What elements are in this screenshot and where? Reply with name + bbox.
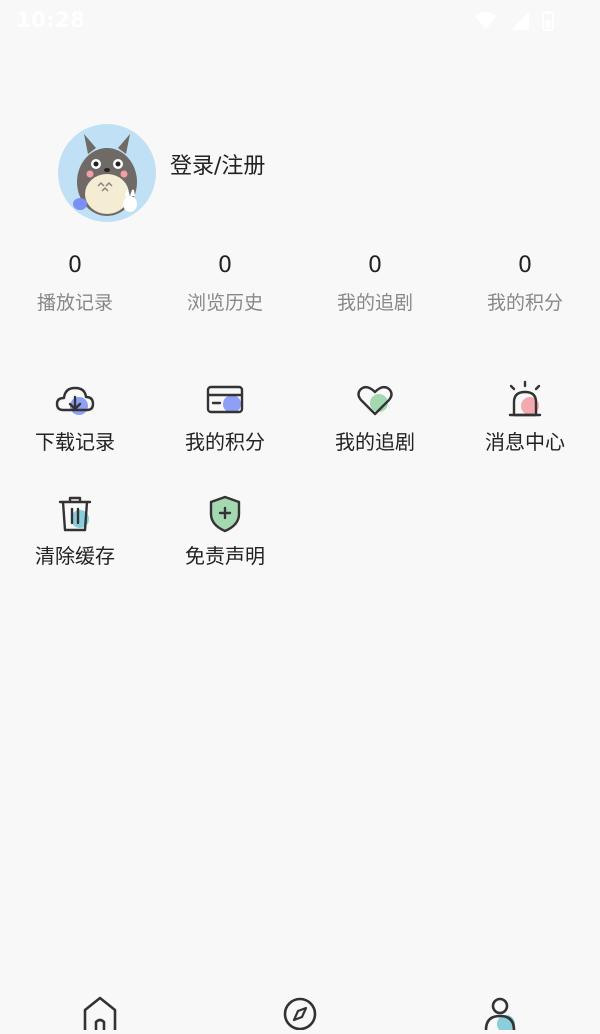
status-bar: 10:28: [0, 0, 600, 40]
menu-label: 清除缓存: [35, 544, 115, 568]
stat-my-points[interactable]: 0 我的积分: [450, 252, 600, 315]
menu-label: 我的追剧: [335, 430, 415, 454]
stat-play-history[interactable]: 0 播放记录: [0, 252, 150, 315]
menu-my-points[interactable]: 我的积分: [150, 380, 300, 455]
login-register-link[interactable]: 登录/注册: [170, 148, 265, 180]
tab-home[interactable]: [80, 994, 120, 1030]
compass-icon: [283, 997, 317, 1031]
card-icon: [206, 385, 244, 414]
stat-label: 我的追剧: [336, 292, 413, 314]
tab-profile[interactable]: [480, 994, 520, 1033]
shield-plus-icon: [209, 495, 241, 533]
stat-label: 我的积分: [486, 292, 563, 314]
menu-message-center[interactable]: 消息中心: [450, 380, 600, 455]
stat-label: 浏览历史: [186, 292, 263, 314]
stat-value: 0: [68, 253, 82, 278]
person-icon: [484, 997, 516, 1033]
trash-icon: [58, 496, 92, 532]
menu-download-records[interactable]: 下载记录: [0, 380, 150, 455]
stat-value: 0: [368, 253, 382, 278]
menu-disclaimer[interactable]: 免责声明: [150, 494, 300, 569]
wifi-icon: [475, 12, 498, 29]
bottom-tab-bar: [0, 990, 600, 1033]
stat-browse-history[interactable]: 0 浏览历史: [150, 252, 300, 315]
menu-my-following[interactable]: 我的追剧: [300, 380, 450, 455]
home-icon: [83, 996, 117, 1030]
heart-icon: [357, 385, 393, 416]
alarm-icon: [508, 380, 542, 417]
battery-icon: [542, 11, 554, 31]
stats-row: 0 播放记录 0 浏览历史 0 我的追剧 0 我的积分: [0, 252, 600, 322]
menu-clear-cache[interactable]: 清除缓存: [0, 494, 150, 569]
menu-label: 免责声明: [185, 544, 265, 568]
menu-label: 我的积分: [185, 430, 265, 454]
stat-value: 0: [218, 253, 232, 278]
signal-icon: [510, 12, 529, 30]
stat-my-following[interactable]: 0 我的追剧: [300, 252, 450, 315]
avatar[interactable]: [58, 124, 156, 222]
stat-label: 播放记录: [36, 292, 113, 314]
menu-label: 下载记录: [35, 430, 115, 454]
tab-discover[interactable]: [280, 994, 320, 1031]
stat-value: 0: [518, 253, 532, 278]
status-icons: [469, 8, 554, 32]
status-time: 10:28: [16, 8, 86, 32]
menu-label: 消息中心: [485, 430, 565, 454]
cloud-download-icon: [55, 386, 95, 415]
totoro-avatar-icon: [73, 134, 137, 216]
